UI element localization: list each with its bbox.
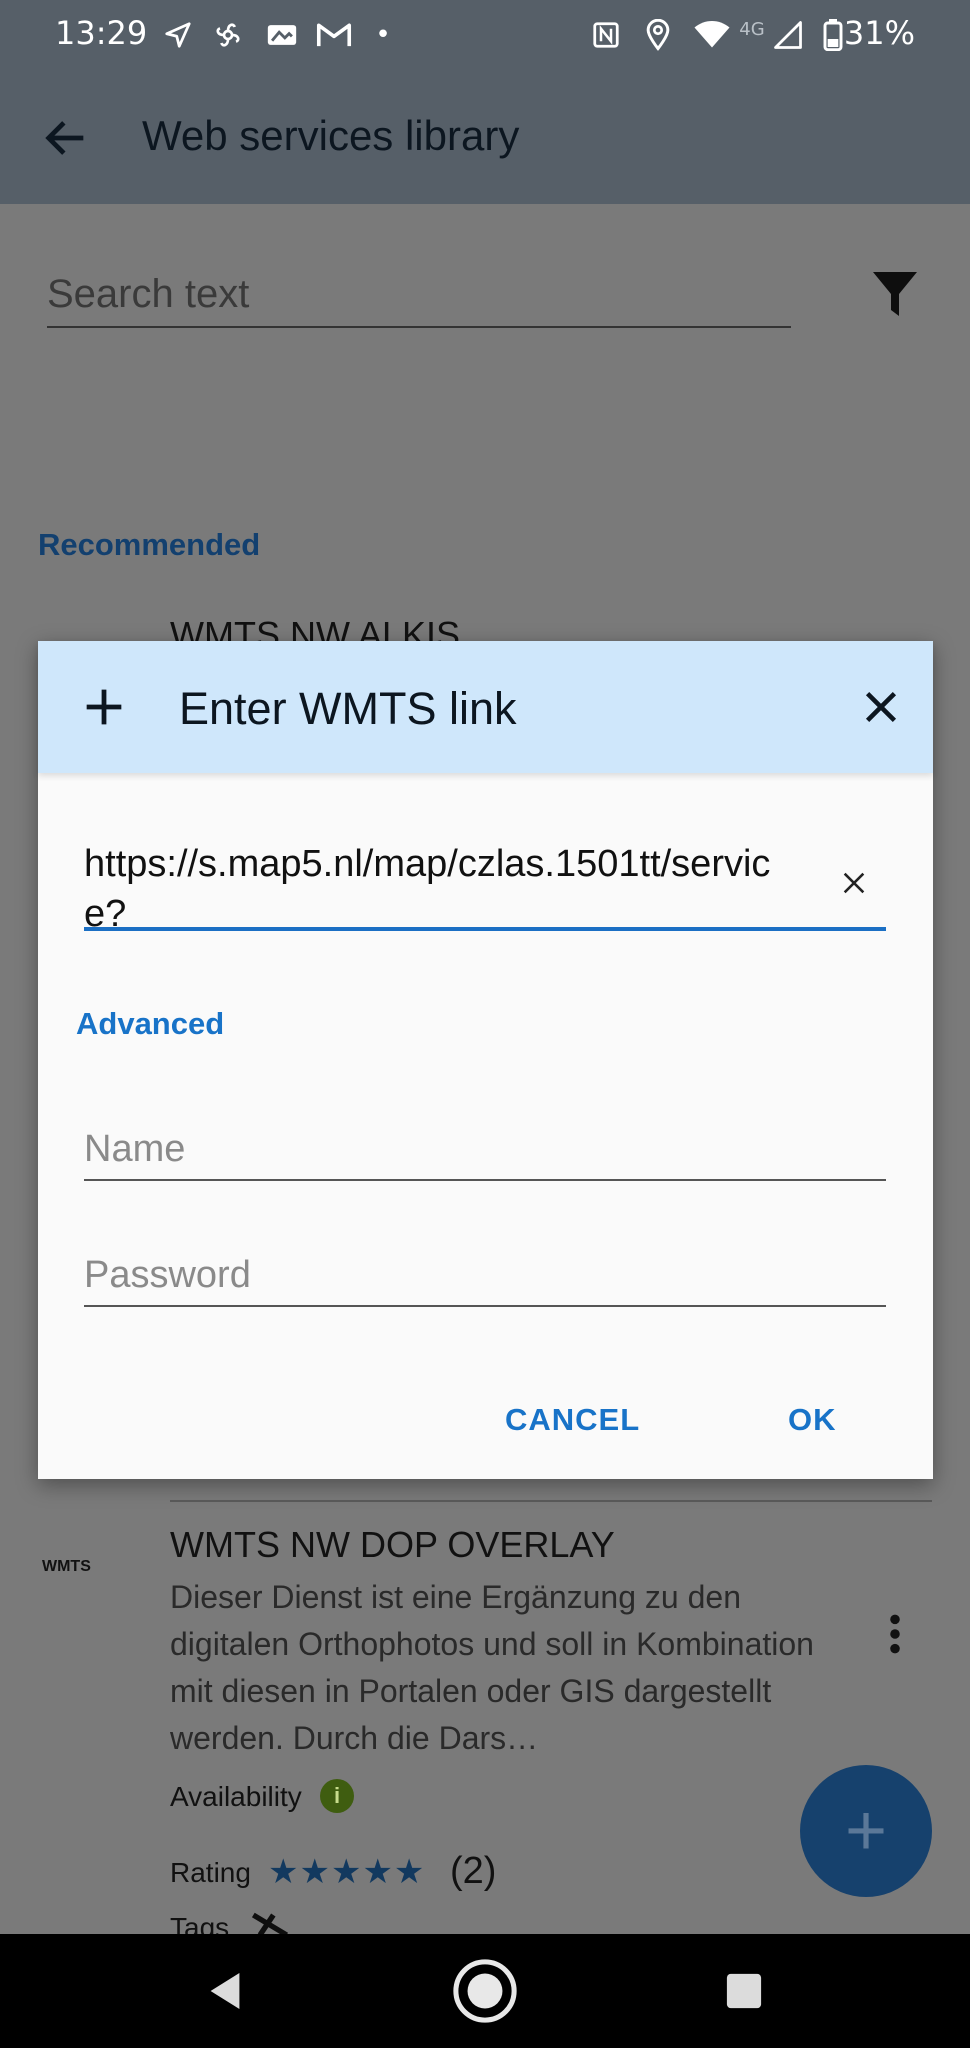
info-icon[interactable]: i [320, 1779, 354, 1813]
clear-icon[interactable] [840, 869, 868, 897]
nfc-icon [588, 16, 624, 54]
more-vert-icon[interactable] [880, 1612, 910, 1656]
list-divider [170, 1500, 932, 1502]
advanced-toggle[interactable]: Advanced [76, 1006, 224, 1042]
location-icon [640, 16, 676, 54]
search-underline [47, 326, 791, 328]
wmts-url-field[interactable]: https://s.map5.nl/map/czlas.1501tt/servi… [84, 839, 886, 935]
enter-wmts-link-dialog: Enter WMTS link https://s.map5.nl/map/cz… [38, 641, 933, 1479]
filter-icon[interactable] [870, 268, 920, 320]
name-field[interactable] [84, 1119, 886, 1181]
navigation-icon [158, 16, 198, 54]
notification-dot-icon: • [375, 20, 391, 50]
signal-icon [770, 16, 806, 54]
app-bar: Web services library [0, 72, 970, 204]
availability-label: Availability [170, 1781, 302, 1812]
add-service-fab[interactable]: + [800, 1765, 932, 1897]
add-icon [78, 681, 130, 733]
search-input[interactable]: Search text [47, 272, 249, 317]
dialog-title: Enter WMTS link [179, 683, 517, 734]
back-arrow-icon[interactable] [40, 112, 92, 164]
cancel-button[interactable]: CANCEL [505, 1402, 640, 1438]
gmail-icon [312, 16, 356, 54]
wmts-url-value[interactable]: https://s.map5.nl/map/czlas.1501tt/servi… [84, 839, 784, 939]
wifi-icon [690, 16, 734, 54]
nav-back-icon[interactable] [195, 1934, 255, 2048]
network-type: 4G [739, 18, 765, 40]
system-nav-bar [0, 1934, 970, 2048]
pinwheel-icon [208, 16, 248, 54]
battery-percent: 31% [843, 14, 915, 52]
ok-button[interactable]: OK [788, 1402, 837, 1438]
rating-label: Rating [170, 1857, 251, 1888]
nav-recents-icon[interactable] [722, 1934, 766, 2048]
page-title: Web services library [142, 112, 520, 159]
news-icon [262, 16, 302, 54]
list-item-title[interactable]: WMTS NW DOP OVERLAY [170, 1524, 615, 1566]
password-field[interactable] [84, 1245, 886, 1307]
password-input[interactable] [84, 1249, 886, 1301]
name-input[interactable] [84, 1123, 886, 1175]
dialog-header: Enter WMTS link [38, 641, 933, 773]
nav-home-icon[interactable] [450, 1934, 520, 2048]
rating-stars: ★★★★★ [268, 1853, 426, 1891]
section-title: Recommended [38, 527, 261, 562]
rating-count: (2) [450, 1850, 497, 1892]
status-bar: 13:29 • 4G 31% [0, 0, 970, 72]
close-icon[interactable] [858, 684, 904, 730]
status-time: 13:29 [55, 14, 148, 52]
service-type-badge: WMTS [42, 1558, 91, 1575]
list-item-description: Dieser Dienst ist eine Ergänzung zu den … [170, 1579, 814, 1756]
